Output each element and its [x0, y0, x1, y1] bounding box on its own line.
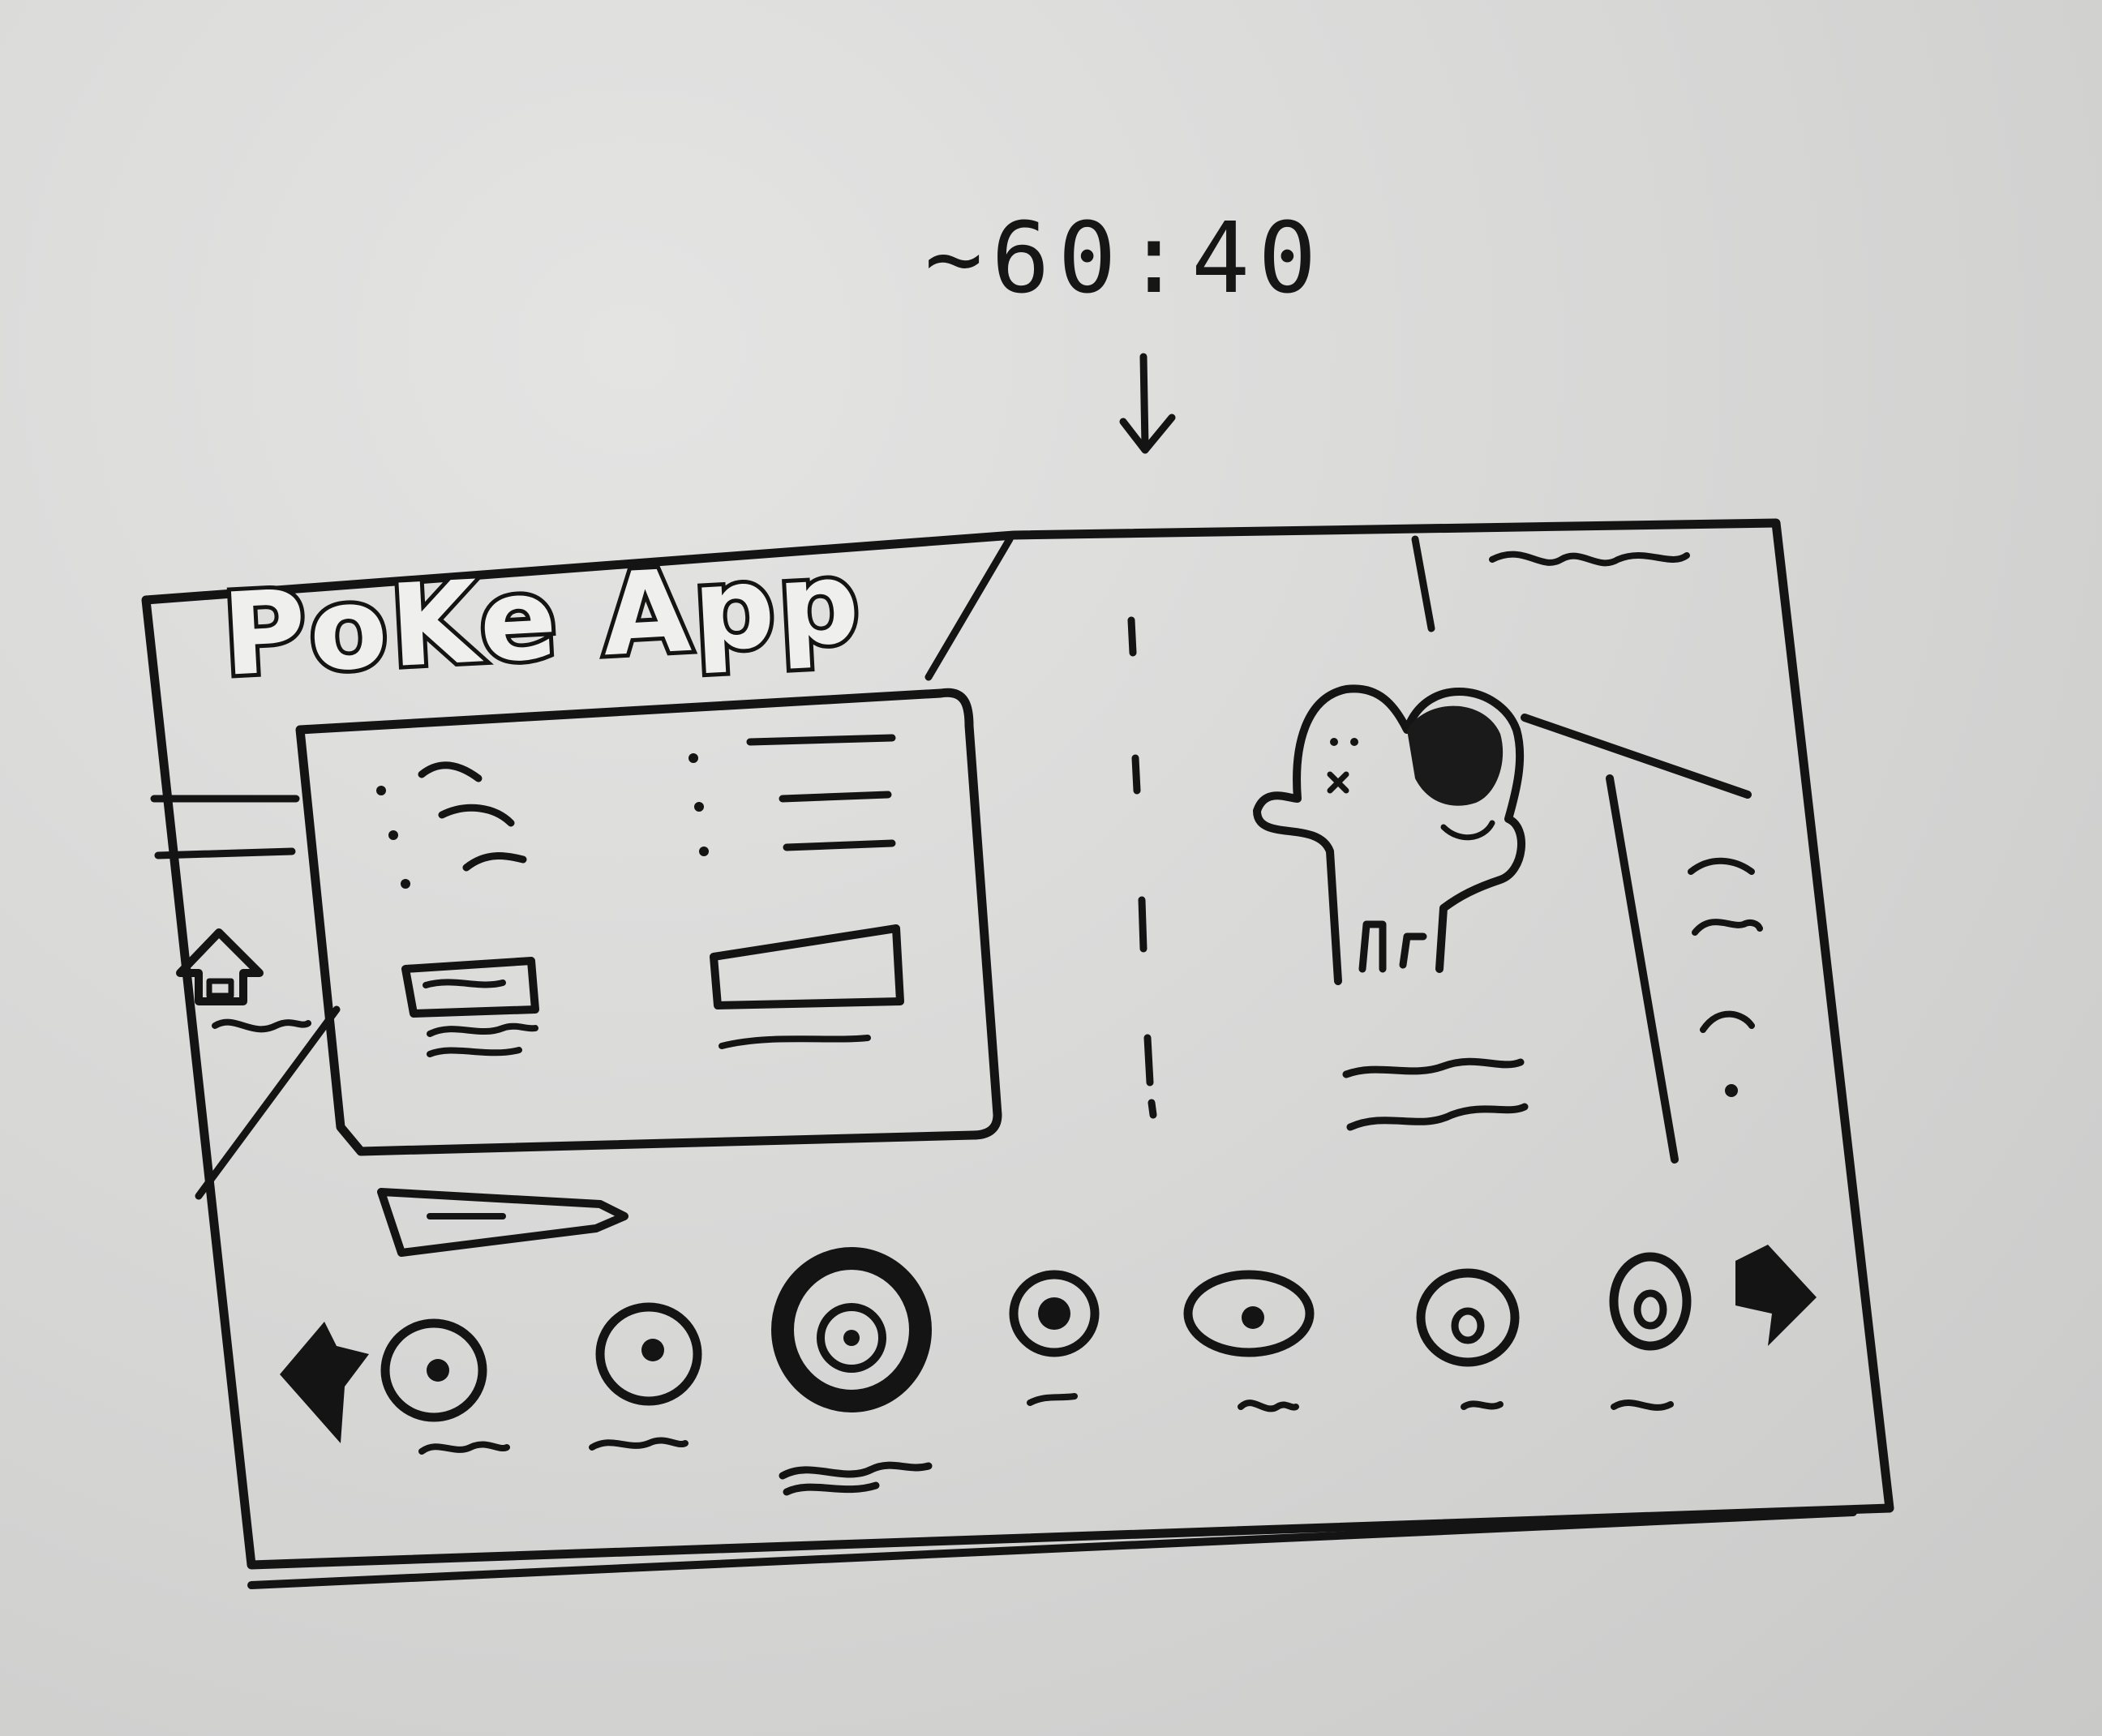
bullet-dot-icon [694, 802, 704, 812]
detail-subtitle [1346, 1103, 1529, 1131]
info-card-button-right[interactable] [710, 924, 904, 1009]
sidebar-divider [195, 1005, 341, 1200]
bullet-dot-icon [401, 879, 410, 889]
wireframe-sketch [141, 353, 1894, 1589]
stat-line-icon [1692, 919, 1763, 936]
bullet-dot-icon [699, 847, 709, 856]
title-tab-edge [924, 535, 1014, 681]
pokemon-thumb-icon[interactable] [1416, 1268, 1520, 1410]
left-arrow-icon[interactable] [280, 1322, 369, 1443]
info-card-left-column [376, 761, 539, 1057]
pokemon-character-icon [1253, 684, 1525, 985]
stats-header-line [1521, 714, 1752, 799]
stats-list [1688, 857, 1763, 1097]
window-controls [1489, 551, 1690, 567]
bullet-dot-icon [388, 830, 398, 840]
pokemon-thumb-icon[interactable] [589, 1302, 702, 1451]
pokemon-thumb-icon[interactable] [380, 1318, 510, 1455]
info-card-right-column [689, 734, 904, 1049]
pokemon-thumb-icon[interactable] [1609, 1252, 1692, 1411]
bullet-dot-icon [689, 753, 698, 763]
stat-line-icon [1700, 1010, 1755, 1033]
pokemon-thumb-icon[interactable] [1009, 1270, 1100, 1406]
stat-line-icon [1725, 1084, 1738, 1097]
pokemon-thumb-icon[interactable] [771, 1247, 933, 1496]
stats-divider [1606, 774, 1679, 1164]
bullet-dot-icon [376, 786, 386, 795]
sidebar-item-label [212, 1018, 311, 1033]
pokemon-thumb-icon[interactable] [1183, 1270, 1315, 1412]
info-card [295, 688, 1002, 1156]
carousel [280, 1245, 1817, 1496]
stat-line-icon [1688, 857, 1755, 875]
ratio-arrow-icon [1119, 353, 1176, 454]
top-divider [1411, 535, 1435, 632]
detail-panel [1253, 684, 1763, 1164]
action-button[interactable] [377, 1188, 628, 1257]
panel-divider [1127, 616, 1157, 1119]
detail-title [1342, 1057, 1525, 1078]
right-arrow-icon[interactable] [1735, 1245, 1817, 1346]
